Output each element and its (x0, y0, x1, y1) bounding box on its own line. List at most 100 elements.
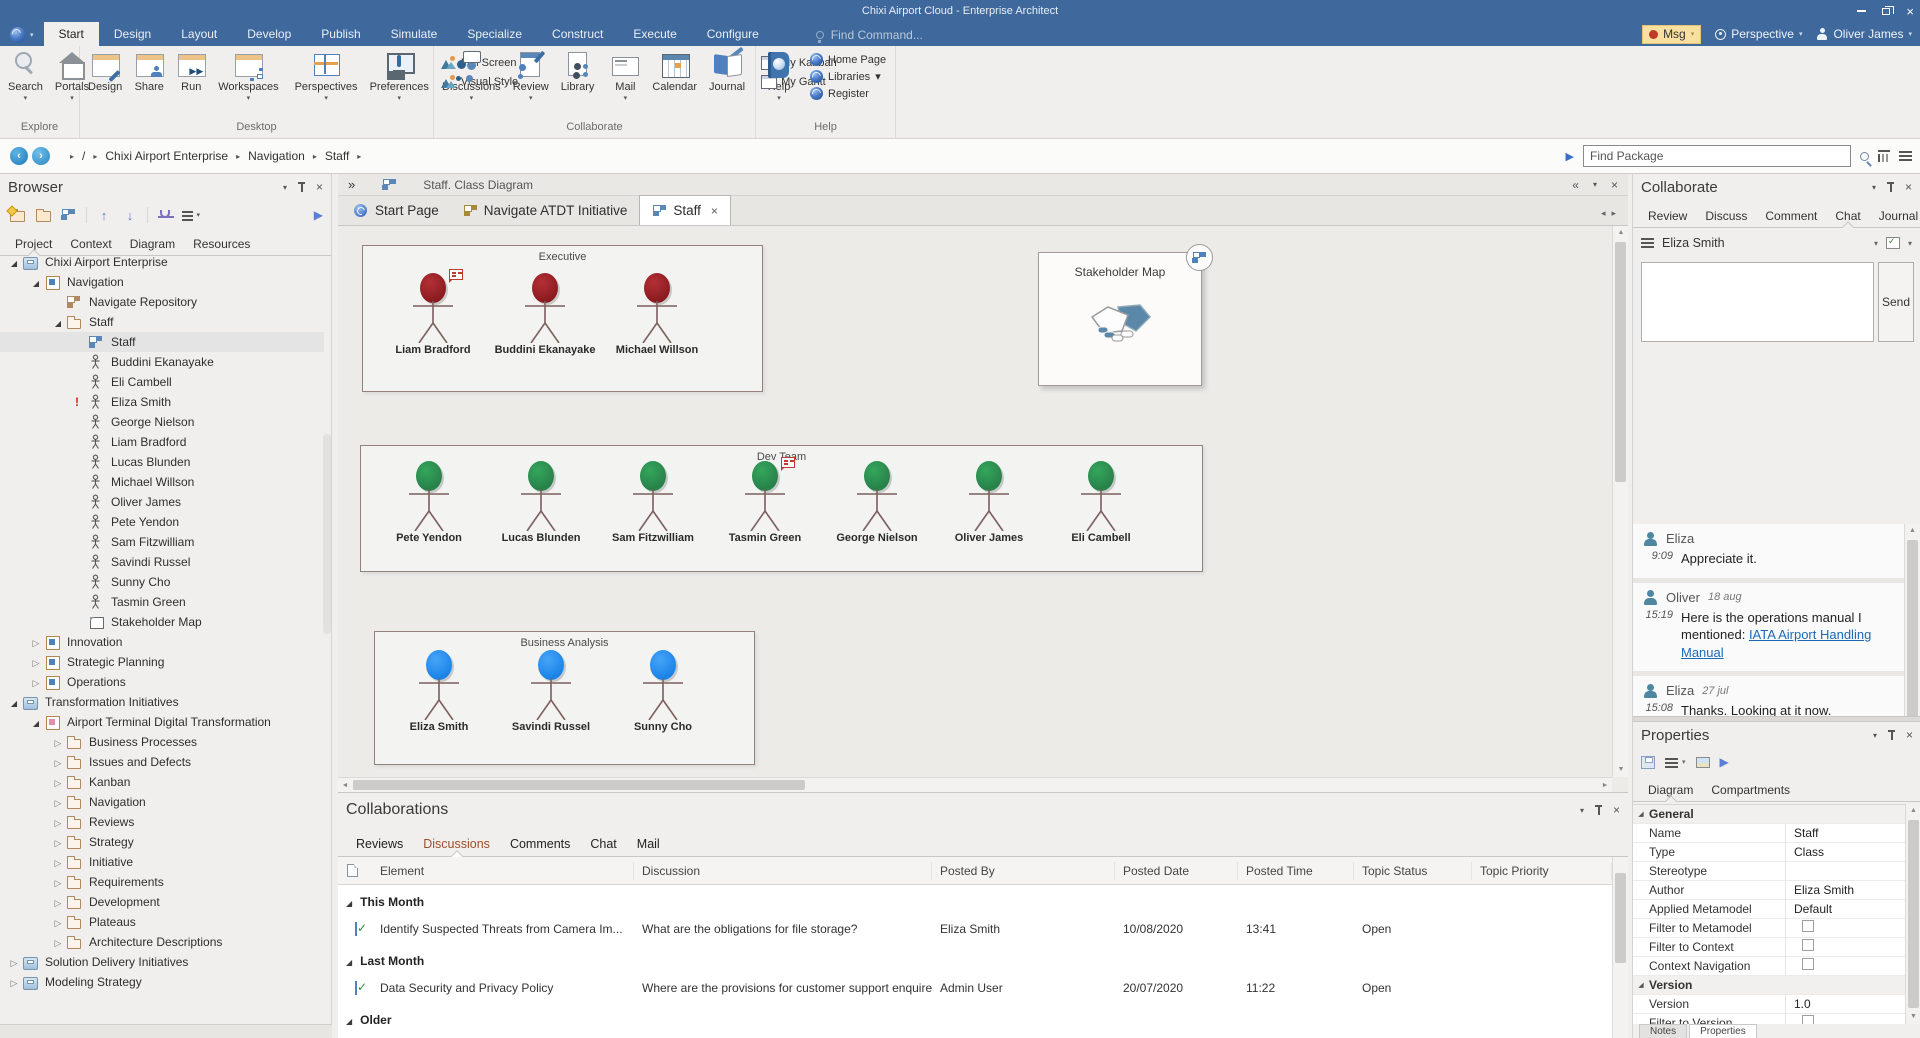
tree-item[interactable]: Issues and Defects (0, 752, 324, 772)
tree-item[interactable]: Plateaus (0, 912, 324, 932)
tree-item[interactable]: Transformation Initiatives (0, 692, 324, 712)
column-header[interactable]: Topic Status (1354, 862, 1472, 880)
property-row[interactable]: Version (1633, 976, 1905, 995)
pin-icon[interactable] (1594, 805, 1603, 815)
tree-item[interactable]: Lucas Blunden (0, 452, 324, 472)
run-button[interactable]: ▶▶Run (170, 48, 212, 118)
property-row[interactable]: Applied Metamodel Default (1633, 900, 1905, 919)
design-button[interactable]: Design (82, 48, 128, 118)
tree-item[interactable]: George Nielson (0, 412, 324, 432)
panel-menu-icon[interactable]: ▾ (1593, 180, 1597, 189)
composite-diagram-badge[interactable] (1186, 244, 1213, 271)
tree-item[interactable]: Sam Fitzwilliam (0, 532, 324, 552)
actor-element[interactable]: Savindi Russel (495, 650, 607, 733)
group-row-label[interactable]: Last Month (338, 954, 1612, 968)
tree-expander-icon[interactable] (28, 275, 44, 289)
tree-item[interactable]: Strategic Planning (0, 652, 324, 672)
close-icon[interactable]: × (1611, 179, 1618, 191)
app-menu-button[interactable]: ▾ (0, 27, 44, 46)
restore-icon[interactable] (1882, 8, 1890, 15)
send-button[interactable]: Send (1878, 262, 1914, 342)
expand-panel-icon[interactable]: ▶ (314, 208, 323, 222)
collaborations-scrollbar[interactable] (1612, 857, 1628, 1038)
tree-item[interactable]: ! Eliza Smith (0, 392, 324, 412)
perspectives-button[interactable]: Perspectives▾ (289, 48, 364, 118)
table-row[interactable]: Identify Suspected Threats from Camera I… (338, 914, 1612, 944)
tree-expander-icon[interactable] (50, 315, 66, 329)
table-row[interactable]: Data Security and Privacy Policy Where a… (338, 973, 1612, 1003)
move-up-button[interactable]: ↑ (95, 206, 113, 224)
group-row-label[interactable]: This Month (338, 895, 1612, 909)
actor-element[interactable]: Eliza Smith (383, 650, 495, 733)
chat-message[interactable]: Oliver 18 aug 15:19 Here is the operatio… (1633, 583, 1904, 672)
group-row-label[interactable]: Older (338, 1013, 1612, 1027)
document-tab[interactable]: Start Page × (342, 195, 451, 225)
tree-item[interactable]: Business Processes (0, 732, 324, 752)
new-diagram-button[interactable] (60, 206, 78, 224)
document-tab[interactable]: Staff × (639, 195, 731, 225)
table-row[interactable]: This Month (338, 890, 1612, 914)
checkbox[interactable] (1802, 1015, 1814, 1025)
locate-element-button[interactable] (156, 206, 174, 224)
close-icon[interactable]: × (711, 204, 718, 218)
ribbon-tab[interactable]: Simulate (376, 22, 453, 46)
property-row[interactable]: Version 1.0 (1633, 995, 1905, 1014)
minimize-icon[interactable] (1857, 10, 1866, 12)
move-down-button[interactable]: ↓ (121, 206, 139, 224)
property-row[interactable]: Author Eliza Smith (1633, 881, 1905, 900)
tree-item[interactable]: Development (0, 892, 324, 912)
checkbox[interactable] (1802, 939, 1814, 951)
tree-item[interactable]: Eli Cambell (0, 372, 324, 392)
ribbon-tab[interactable]: Specialize (452, 22, 537, 46)
column-header[interactable]: Discussion (634, 862, 932, 880)
actor-element[interactable]: Lucas Blunden (485, 461, 597, 544)
tree-expander-icon[interactable] (50, 735, 66, 749)
property-value[interactable] (1785, 976, 1905, 995)
close-icon[interactable]: × (1906, 729, 1913, 741)
properties-tab[interactable]: Diagram (1639, 779, 1702, 801)
actor-element[interactable]: Oliver James (933, 461, 1045, 544)
panel-menu-icon[interactable]: ▾ (283, 183, 287, 192)
tree-expander-icon[interactable] (28, 675, 44, 689)
checkbox[interactable] (1802, 920, 1814, 932)
property-row[interactable]: Filter to Version (1633, 1014, 1905, 1024)
boundary-business-analysis[interactable]: Business Analysis Eliza Smith Savindi Ru (374, 631, 755, 765)
tree-item[interactable]: Navigation (0, 792, 324, 812)
bottom-tab[interactable]: Properties (1689, 1024, 1757, 1038)
chevrons-icon[interactable]: » (348, 177, 355, 192)
journal-button[interactable]: Journal (703, 48, 751, 118)
tree-expander-icon[interactable] (50, 895, 66, 909)
properties-scrollbar[interactable]: ▲ ▼ (1905, 804, 1920, 1024)
document-tab[interactable]: Navigate ATDT Initiative × (451, 195, 640, 225)
chat-menu-icon[interactable] (1641, 238, 1654, 240)
tree-item[interactable]: Navigation (0, 272, 324, 292)
tab-scroll-arrows[interactable]: ◂▸ (1601, 208, 1622, 219)
tree-item[interactable]: Pete Yendon (0, 512, 324, 532)
tree-item[interactable]: Buddini Ekanayake (0, 352, 324, 372)
share-button[interactable]: Share (128, 48, 170, 118)
tree-expander-icon[interactable] (50, 875, 66, 889)
ribbon-tab[interactable]: Publish (306, 22, 375, 46)
scrollbar-thumb[interactable] (353, 780, 805, 790)
workspaces-button[interactable]: Workspaces▾ (212, 48, 284, 118)
tree-item[interactable]: Sunny Cho (0, 572, 324, 592)
property-value[interactable] (1785, 919, 1905, 938)
tree-expander-icon[interactable] (50, 915, 66, 929)
property-row[interactable]: Filter to Context (1633, 938, 1905, 957)
browser-menu-button[interactable]: ▾ (182, 206, 200, 224)
tree-item[interactable]: Strategy (0, 832, 324, 852)
property-row[interactable]: Filter to Metamodel (1633, 919, 1905, 938)
column-header[interactable]: Element (372, 862, 634, 880)
diagram-vertical-scrollbar[interactable]: ▲ ▼ (1612, 226, 1628, 777)
save-icon[interactable] (1641, 756, 1655, 769)
menu-icon[interactable] (1899, 151, 1912, 153)
chevron-down-icon[interactable]: ▾ (1682, 758, 1686, 766)
tree-item[interactable]: Initiative (0, 852, 324, 872)
property-value[interactable] (1785, 1014, 1905, 1025)
actor-element[interactable]: Sunny Cho (607, 650, 719, 733)
tree-expander-icon[interactable] (6, 255, 22, 269)
collaborate-tab[interactable]: Journal (1870, 205, 1920, 227)
tree-expander-icon[interactable] (28, 715, 44, 729)
back-button[interactable]: ‹ (10, 147, 28, 165)
package-nav-icon[interactable]: ▶ (1566, 150, 1574, 163)
